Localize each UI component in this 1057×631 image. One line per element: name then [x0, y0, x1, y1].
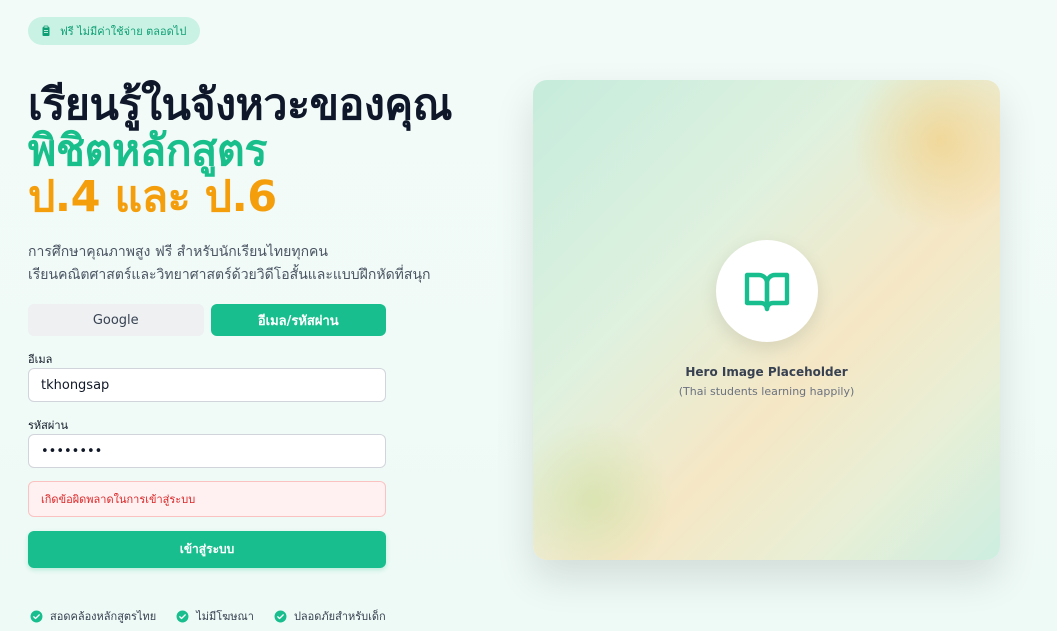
check-circle-icon	[30, 610, 43, 622]
tab-google[interactable]: Google	[28, 304, 204, 336]
tab-email-password[interactable]: อีเมล/รหัสผ่าน	[210, 304, 386, 336]
error-message: เกิดข้อผิดพลาดในการเข้าสู่ระบบ	[28, 481, 386, 517]
subtitle-line1: การศึกษาคุณภาพสูง ฟรี สำหรับนักเรียนไทยท…	[28, 244, 328, 260]
subtitle-line2: เรียนคณิตศาสตร์และวิทยาศาสตร์ด้วยวิดีโอส…	[28, 267, 431, 283]
hero-subtitle: (Thai students learning happily)	[678, 385, 855, 398]
password-field[interactable]	[28, 434, 386, 468]
page-subtitle: การศึกษาคุณภาพสูง ฟรี สำหรับนักเรียนไทยท…	[28, 241, 498, 287]
password-label: รหัสผ่าน	[28, 419, 69, 432]
feature-text: สอดคล้องหลักสูตรไทย	[50, 610, 157, 623]
hero-icon-circle	[716, 240, 818, 342]
page-headline: เรียนรู้ในจังหวะของคุณ พิชิตหลักสูตร ป.4…	[28, 82, 488, 220]
feature-item: ไม่มีโฆษณา	[176, 607, 254, 625]
email-field[interactable]	[28, 368, 386, 402]
check-circle-icon	[274, 610, 287, 622]
login-button[interactable]: เข้าสู่ระบบ	[28, 531, 386, 568]
feature-item: ปลอดภัยสำหรับเด็ก	[274, 607, 386, 625]
clipboard-icon	[42, 25, 50, 36]
badge-text: ฟรี ไม่มีค่าใช้จ่าย ตลอดไป	[60, 25, 187, 38]
login-page: ฟรี ไม่มีค่าใช้จ่าย ตลอดไป เรียนรู้ในจัง…	[0, 0, 1057, 631]
check-circle-icon	[176, 610, 189, 622]
headline-part3: ป.4 และ ป.6	[28, 172, 277, 222]
free-badge: ฟรี ไม่มีค่าใช้จ่าย ตลอดไป	[28, 17, 201, 45]
feature-list: สอดคล้องหลักสูตรไทย ไม่มีโฆษณา ปลอดภัยสำ…	[30, 607, 386, 625]
hero-title: Hero Image Placeholder	[685, 365, 848, 379]
feature-text: ไม่มีโฆษณา	[196, 610, 254, 623]
email-label: อีเมล	[28, 353, 53, 366]
feature-text: ปลอดภัยสำหรับเด็ก	[293, 610, 386, 623]
headline-part2: พิชิตหลักสูตร	[28, 126, 267, 176]
book-open-icon	[744, 272, 790, 312]
login-method-tabs: Google อีเมล/รหัสผ่าน	[28, 304, 386, 336]
hero-image-placeholder: Hero Image Placeholder (Thai students le…	[533, 80, 1000, 560]
headline-part1: เรียนรู้ในจังหวะของคุณ	[28, 80, 453, 130]
feature-item: สอดคล้องหลักสูตรไทย	[30, 607, 156, 625]
